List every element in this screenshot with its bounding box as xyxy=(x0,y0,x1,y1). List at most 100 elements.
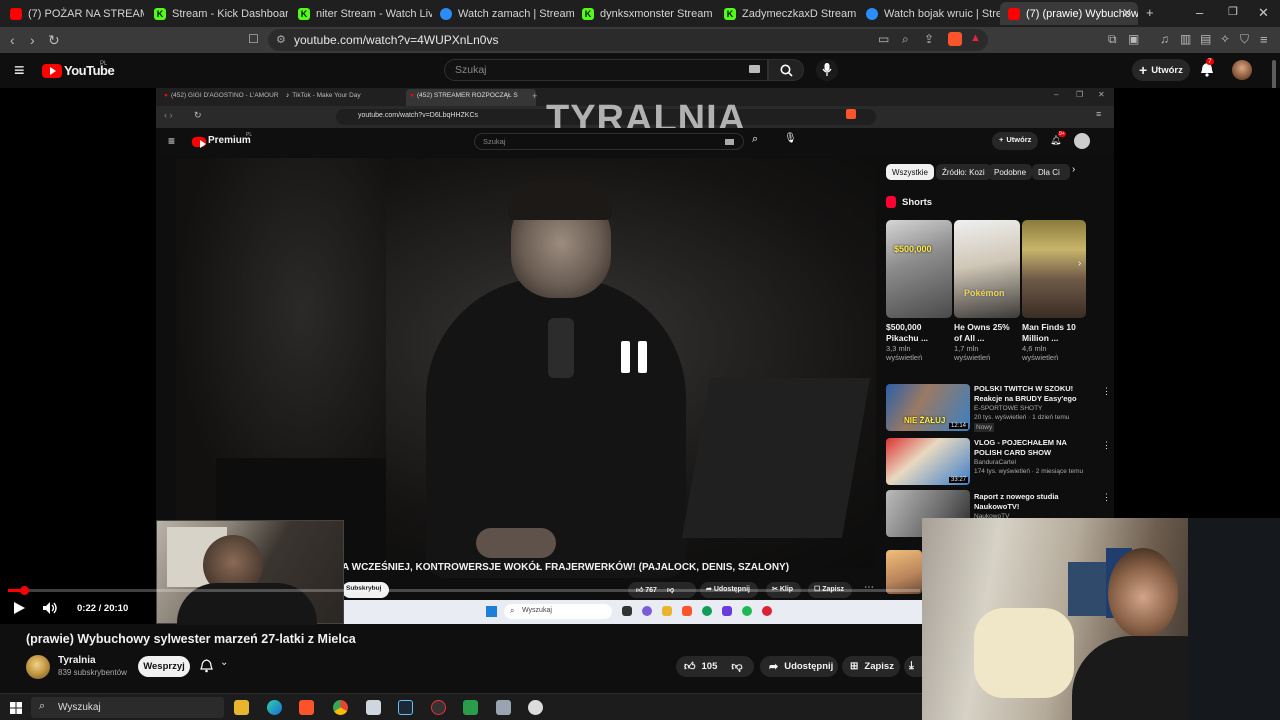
tab-label: ZadymeczkaxD Stream - Watch xyxy=(742,7,858,20)
short-meta: $500,000 Pikachu ... 3,3 mln wyświetleń xyxy=(886,322,929,362)
vpn-icon[interactable]: ⛉ xyxy=(1240,32,1249,47)
back-icon[interactable]: ‹ xyxy=(10,32,15,48)
browser-tab[interactable]: (7) POŻAR NA STREAMIE! KON xyxy=(2,2,144,25)
new-tab-button[interactable]: + xyxy=(1146,5,1154,20)
browser-tab[interactable]: Kdynksxmonster Stream - Watch xyxy=(574,2,716,25)
rec-thumbnail: 33:27 xyxy=(886,438,970,485)
subscriber-count: 839 subskrybentów xyxy=(58,668,127,677)
streamer-webcam-right xyxy=(922,518,1280,720)
browser-tab[interactable]: K Stream - Kick Dashboard xyxy=(146,2,288,25)
inner-close-icon: ✕ xyxy=(1098,90,1105,99)
tab-label: Watch bojak wruic | Streamable xyxy=(884,7,1000,20)
browser-tab[interactable]: K ZadymeczkaxD Stream - Watch xyxy=(716,2,858,25)
brave-icon[interactable] xyxy=(299,700,314,715)
cam-person-head xyxy=(1108,548,1178,638)
thumbs-up-icon: 👍︎ xyxy=(684,661,696,673)
shorts-next-icon: › xyxy=(1078,258,1082,269)
inner-logo-region: PL xyxy=(246,132,253,138)
channel-avatar[interactable] xyxy=(26,655,50,679)
pause-overlay-icon[interactable] xyxy=(621,341,649,373)
extensions-icon[interactable]: ⧉ xyxy=(1108,32,1117,47)
inner-chip: Podobne xyxy=(988,164,1033,180)
minimize-icon[interactable]: – xyxy=(1196,5,1203,20)
close-window-icon[interactable]: ✕ xyxy=(1258,5,1269,21)
create-button[interactable]: + Utwórz xyxy=(1132,59,1190,81)
share-icon: ➦ xyxy=(769,661,779,673)
channel-name[interactable]: Tyralnia xyxy=(58,655,96,666)
save-button[interactable]: ⊞ Zapisz xyxy=(842,656,900,677)
brave-rewards-icon[interactable]: ▲ xyxy=(970,32,981,44)
browser-tab[interactable]: Watch bojak wruic | Streamable xyxy=(858,2,1000,25)
zoom-icon[interactable]: ⌕ xyxy=(902,32,909,47)
tab-label: (7) POŻAR NA STREAMIE! KON xyxy=(28,7,144,20)
play-button[interactable] xyxy=(12,601,26,620)
browser-tab[interactable]: Watch zamach | Streamable xyxy=(432,2,574,25)
share-icon[interactable]: ⇪ xyxy=(924,32,934,46)
youtube-favicon-icon xyxy=(1008,7,1020,20)
leo-icon[interactable]: ✧ xyxy=(1220,32,1230,46)
inner-search-placeholder: Szukaj xyxy=(483,137,506,146)
download-button[interactable]: ⤓ xyxy=(904,656,922,677)
menu-icon[interactable]: ≡ xyxy=(1260,32,1268,47)
inner-notif-badge: 9+ xyxy=(1058,131,1066,137)
keyboard-icon[interactable] xyxy=(749,65,760,73)
windows-start-icon[interactable] xyxy=(10,702,22,714)
short-thumbnail xyxy=(1022,220,1086,318)
app-icon[interactable] xyxy=(463,700,478,715)
wallet-icon[interactable]: ▤ xyxy=(1200,32,1211,46)
edge-icon[interactable] xyxy=(267,700,282,715)
support-button[interactable]: Wesprzyj xyxy=(138,656,190,677)
site-info-icon[interactable]: ⚙ xyxy=(276,33,286,46)
volume-button[interactable] xyxy=(42,601,58,620)
taskbar-search[interactable]: ⌕ Wyszukaj xyxy=(31,697,224,718)
maximize-icon[interactable]: ❐ xyxy=(1228,5,1238,18)
sidebar-icon[interactable]: ▣ xyxy=(1128,32,1139,46)
cast-icon[interactable]: ▭ xyxy=(878,32,889,46)
browser-tab[interactable]: Kniter Stream - Watch Live on K xyxy=(290,2,432,25)
hamburger-menu-icon[interactable]: ≡ xyxy=(14,60,25,81)
notification-settings-button[interactable]: ⌄ xyxy=(200,657,228,678)
shorts-heading: Shorts xyxy=(886,196,932,208)
plus-icon: + xyxy=(1139,62,1148,78)
app-icon[interactable] xyxy=(528,700,543,715)
kick-favicon-icon: K xyxy=(724,7,736,20)
forward-icon[interactable]: › xyxy=(30,32,35,48)
tab-label: Watch zamach | Streamable xyxy=(458,7,574,20)
app-icon[interactable] xyxy=(366,700,381,715)
save-icon: ⊞ xyxy=(850,661,859,672)
panel-icon[interactable]: ▥ xyxy=(1180,32,1191,46)
inner-url-text: youtube.com/watch?v=D6LbqHHZKCs xyxy=(358,112,479,119)
notifications-button[interactable]: 7 xyxy=(1200,58,1214,82)
reload-icon[interactable]: ↻ xyxy=(48,32,60,49)
search-button[interactable] xyxy=(768,59,804,81)
app-icon[interactable] xyxy=(496,700,511,715)
close-tab-icon[interactable]: ✕ xyxy=(1122,6,1132,20)
inner-chrome-icon xyxy=(702,606,712,616)
search-input[interactable]: Szukaj xyxy=(444,59,768,81)
file-explorer-icon[interactable] xyxy=(234,700,249,715)
inner-youtube-header: ≡ Premium PL Szukaj ⌕ 🎙︎ + Utwórz 🔔︎ 9+ xyxy=(156,128,1114,156)
rec-thumbnail: NIE ŻAŁUJ 12:14 xyxy=(886,384,970,431)
media-icon[interactable]: ♫ xyxy=(1160,32,1169,46)
youtube-header: ≡ YouTube PL Szukaj + Utwórz 7 xyxy=(0,53,1280,88)
progress-bar[interactable] xyxy=(8,589,920,592)
address-bar[interactable]: ⚙ youtube.com/watch?v=4WUPXnLn0vs ▭ ⌕ ⇪ … xyxy=(268,29,988,51)
rec-meta: POLSKI TWITCH W SZOKU! Reakcje na BRUDY … xyxy=(974,384,1077,432)
inner-new-tab-icon: + xyxy=(532,91,538,101)
steam-icon[interactable] xyxy=(398,700,413,715)
chrome-icon[interactable] xyxy=(333,700,348,715)
browser-tab-active[interactable]: (7) (prawie) Wybuchow ✕ xyxy=(1000,2,1138,25)
like-button[interactable]: 👍︎ 105 👎︎ xyxy=(676,656,754,677)
voice-search-button[interactable] xyxy=(816,59,838,81)
rec-more-icon: ⋮ xyxy=(1102,440,1111,450)
bookmark-icon[interactable]: ☐ xyxy=(248,32,259,46)
thumbs-down-icon[interactable]: 👎︎ xyxy=(731,660,742,673)
tab-label: niter Stream - Watch Live on K xyxy=(316,7,432,20)
browser-tab-strip: (7) POŻAR NA STREAMIE! KON K Stream - Kic… xyxy=(0,0,1280,27)
obs-icon[interactable] xyxy=(431,700,446,715)
avatar[interactable] xyxy=(1232,60,1252,80)
brave-shield-icon[interactable] xyxy=(948,32,962,46)
inner-brave-icon xyxy=(846,109,856,119)
download-icon: ⤓ xyxy=(909,660,914,672)
share-button[interactable]: ➦ Udostępnij xyxy=(760,656,838,677)
